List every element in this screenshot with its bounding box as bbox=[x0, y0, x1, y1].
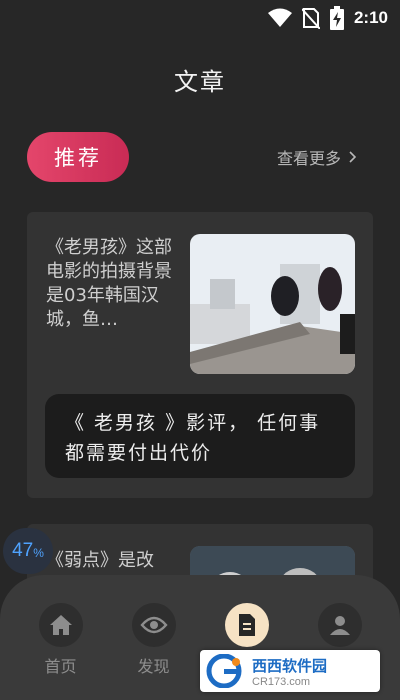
tab-home[interactable]: 首页 bbox=[21, 603, 101, 700]
tab-discover[interactable]: 发现 bbox=[114, 603, 194, 700]
section-header: 推荐 查看更多 bbox=[27, 131, 373, 183]
watermark-url: CR173.com bbox=[252, 675, 311, 688]
see-more-label: 查看更多 bbox=[276, 149, 341, 168]
site-watermark: 西西软件园 CR173.com bbox=[200, 650, 380, 692]
watermark-brand: 西西软件园 bbox=[252, 656, 328, 675]
progress-value: 47 bbox=[12, 540, 34, 561]
tab-label: 发现 bbox=[137, 657, 170, 676]
status-bar: 2:10 bbox=[0, 0, 400, 36]
chevron-right-icon bbox=[349, 148, 357, 167]
see-more-link[interactable]: 查看更多 bbox=[277, 145, 373, 169]
wifi-icon bbox=[267, 8, 292, 28]
article-thumbnail bbox=[190, 234, 355, 374]
home-icon bbox=[38, 603, 83, 647]
no-sim-icon bbox=[301, 7, 320, 29]
progress-badge[interactable]: 47 % bbox=[3, 528, 53, 574]
recommend-tag[interactable]: 推荐 bbox=[27, 132, 129, 182]
watermark-text: 西西软件园 CR173.com bbox=[252, 655, 327, 688]
tab-label: 首页 bbox=[44, 657, 77, 676]
watermark-logo-icon bbox=[206, 654, 242, 688]
article-card[interactable]: 《老男孩》这部电影的拍摄背景是03年韩国汉城，鱼… 《 老男孩 》影评， 任何事… bbox=[27, 212, 373, 498]
user-icon bbox=[317, 603, 362, 647]
document-icon bbox=[224, 603, 269, 647]
article-excerpt: 《老男孩》这部电影的拍摄背景是03年韩国汉城，鱼… bbox=[46, 237, 172, 330]
article-title-box[interactable]: 《 老男孩 》影评， 任何事都需要付出代价 bbox=[45, 394, 355, 478]
battery-charging-icon bbox=[329, 6, 344, 30]
page-title: 文章 bbox=[174, 68, 226, 96]
eye-icon bbox=[131, 603, 176, 647]
article-title: 《 老男孩 》影评， 任何事都需要付出代价 bbox=[65, 412, 321, 464]
progress-unit: % bbox=[33, 546, 44, 560]
status-time: 2:10 bbox=[353, 8, 388, 27]
